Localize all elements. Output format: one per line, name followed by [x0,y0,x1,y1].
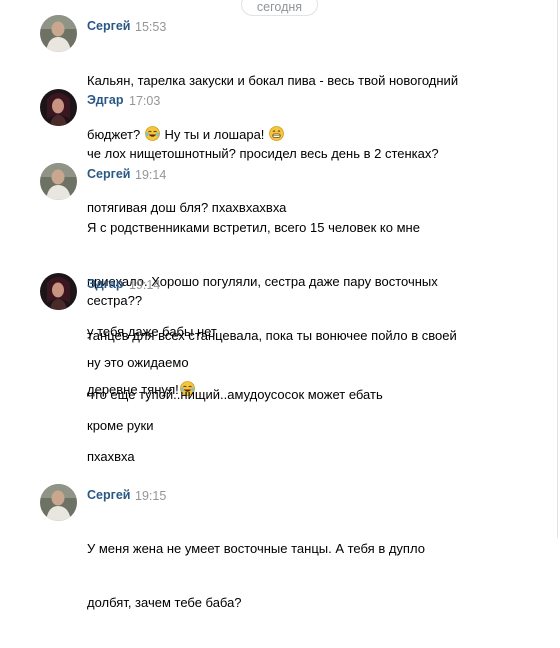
message-time[interactable]: 19:15 [135,489,166,503]
message-line: У меня жена не умеет восточные танцы. А … [87,541,425,556]
message-line: Я с родственниками встретил, всего 15 че… [87,220,420,235]
message-time[interactable]: 19:14 [135,168,166,182]
avatar-sergey[interactable] [40,163,77,200]
chat-panel-border [557,0,558,538]
message-line: у тебя даже бабы нет [87,324,217,339]
avatar-sergey[interactable] [40,484,77,521]
message-time[interactable]: 15:53 [135,20,166,34]
message-author[interactable]: Эдгар [87,277,123,291]
message-time[interactable]: 19:14 [129,278,160,292]
message-line: пхахвха [87,449,135,464]
avatar-edgar[interactable] [40,273,77,310]
message-line: ну это ожидаемо [87,355,189,370]
message-line: кроме руки [87,418,154,433]
avatar-edgar[interactable] [40,89,77,126]
message-author[interactable]: Сергей [87,19,130,33]
message-line: сестра?? [87,293,143,308]
message-text: У меня жена не умеет восточные танцы. А … [87,504,547,648]
date-separator: сегодня [241,0,318,16]
message-author[interactable]: Сергей [87,488,130,502]
message-line: долбят, зачем тебе баба? [87,595,242,610]
message-author[interactable]: Сергей [87,167,130,181]
avatar-sergey[interactable] [40,15,77,52]
message-author[interactable]: Эдгар [87,93,123,107]
message-line: че лох нищетошнотный? просидел весь день… [87,146,439,161]
message-line: что еще тупой..нищий..амудоусосок может … [87,387,383,402]
message-time[interactable]: 17:03 [129,94,160,108]
message-line: Кальян, тарелка закуски и бокал пива - в… [87,73,459,88]
